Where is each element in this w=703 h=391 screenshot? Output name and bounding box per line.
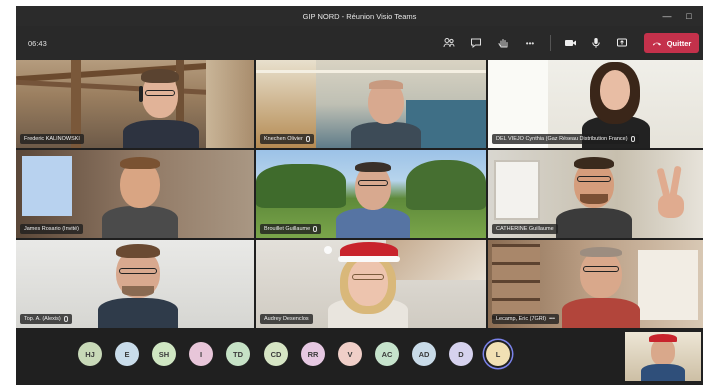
roster-avatar[interactable]: D bbox=[449, 342, 473, 366]
mic-icon bbox=[305, 136, 310, 142]
maximize-icon[interactable]: □ bbox=[679, 6, 699, 26]
roster-avatar[interactable]: RR bbox=[301, 342, 325, 366]
leave-label: Quitter bbox=[666, 38, 692, 48]
participants-icon[interactable] bbox=[440, 34, 458, 52]
participant-name: DEL VIEJO Cynthia (Gaz Réseau Distributi… bbox=[496, 136, 628, 142]
share-icon[interactable] bbox=[613, 34, 631, 52]
more-options-icon[interactable]: ••• bbox=[549, 316, 555, 322]
participant-name: Top. A. (Alexis) bbox=[24, 316, 61, 322]
participant-name-tag: CATHERINE Guillaume bbox=[492, 224, 558, 234]
video-tile[interactable]: Lecamp, Eric (7GRI) ••• bbox=[488, 240, 703, 328]
video-tile[interactable]: DEL VIEJO Cynthia (Gaz Réseau Distributi… bbox=[488, 60, 703, 148]
participant-video bbox=[121, 68, 201, 148]
mic-icon bbox=[63, 316, 68, 322]
mic-icon[interactable] bbox=[587, 34, 605, 52]
roster-avatar[interactable]: TD bbox=[226, 342, 250, 366]
participant-video bbox=[96, 242, 180, 328]
meeting-timer: 06:43 bbox=[28, 38, 47, 48]
roster-avatar[interactable]: CD bbox=[264, 342, 288, 366]
teams-window: GIP NORD - Réunion Visio Teams — □ 06:43… bbox=[16, 6, 703, 385]
roster-avatar[interactable]: AC bbox=[375, 342, 399, 366]
minimize-icon[interactable]: — bbox=[657, 6, 677, 26]
video-tile[interactable]: Brouillet Guillaume bbox=[256, 150, 486, 238]
mic-icon bbox=[630, 136, 635, 142]
video-tile[interactable]: Knechen Olivier bbox=[256, 60, 486, 148]
more-icon[interactable]: ••• bbox=[521, 34, 539, 52]
mic-icon bbox=[313, 226, 318, 232]
participant-name: Brouillet Guillaume bbox=[264, 226, 311, 232]
participant-video bbox=[320, 240, 416, 328]
participant-name: Lecamp, Eric (7GRI) bbox=[496, 316, 547, 322]
raise-hand-icon[interactable] bbox=[494, 34, 512, 52]
participant-name: Knechen Olivier bbox=[264, 136, 303, 142]
roster-avatar[interactable]: L bbox=[486, 342, 510, 366]
video-tile[interactable]: Top. A. (Alexis) bbox=[16, 240, 254, 328]
participant-video bbox=[336, 160, 410, 238]
video-tile[interactable]: Frederic KALINOWSKI bbox=[16, 60, 254, 148]
video-grid: Frederic KALINOWSKI Knechen Olivier DEL … bbox=[16, 60, 703, 328]
participant-name: CATHERINE Guillaume bbox=[496, 226, 554, 232]
roster-avatar[interactable]: SH bbox=[152, 342, 176, 366]
self-view-video[interactable] bbox=[625, 332, 701, 381]
title-bar: GIP NORD - Réunion Visio Teams — □ bbox=[16, 6, 703, 26]
participant-name-tag: Knechen Olivier bbox=[260, 134, 314, 144]
participant-name: Frederic KALINOWSKI bbox=[24, 136, 80, 142]
participant-roster: HJ E SH I TD CD RR V AC AD D L bbox=[16, 328, 703, 385]
window-title: GIP NORD - Réunion Visio Teams bbox=[302, 11, 417, 21]
participant-name-tag: Audrey Desenclos bbox=[260, 314, 313, 324]
participant-name: Audrey Desenclos bbox=[264, 316, 309, 322]
participant-name-tag: DEL VIEJO Cynthia (Gaz Réseau Distributi… bbox=[492, 134, 639, 144]
participant-name-tag: Lecamp, Eric (7GRI) ••• bbox=[492, 314, 559, 324]
participant-name-tag: Top. A. (Alexis) bbox=[20, 314, 72, 324]
participant-video bbox=[98, 154, 182, 238]
participant-name-tag: Brouillet Guillaume bbox=[260, 224, 322, 234]
meeting-toolbar: 06:43 ••• Quitter bbox=[16, 26, 703, 60]
roster-avatar[interactable]: V bbox=[338, 342, 362, 366]
participant-name: James Rosario (Invité) bbox=[24, 226, 80, 232]
participant-video bbox=[554, 154, 634, 238]
participant-name-tag: James Rosario (Invité) bbox=[20, 224, 84, 234]
participant-name-tag: Frederic KALINOWSKI bbox=[20, 134, 84, 144]
roster-avatar[interactable]: AD bbox=[412, 342, 436, 366]
video-tile[interactable]: Audrey Desenclos bbox=[256, 240, 486, 328]
chat-icon[interactable] bbox=[467, 34, 485, 52]
video-tile[interactable]: James Rosario (Invité) bbox=[16, 150, 254, 238]
roster-avatar[interactable]: I bbox=[189, 342, 213, 366]
participant-video bbox=[558, 244, 644, 328]
participant-video bbox=[351, 74, 421, 148]
leave-button[interactable]: Quitter bbox=[644, 33, 699, 53]
roster-avatar[interactable]: E bbox=[115, 342, 139, 366]
camera-icon[interactable] bbox=[561, 34, 579, 52]
roster-avatar[interactable]: HJ bbox=[78, 342, 102, 366]
toolbar-divider bbox=[550, 35, 551, 51]
video-tile[interactable]: CATHERINE Guillaume bbox=[488, 150, 703, 238]
phone-hangup-icon bbox=[652, 42, 661, 46]
